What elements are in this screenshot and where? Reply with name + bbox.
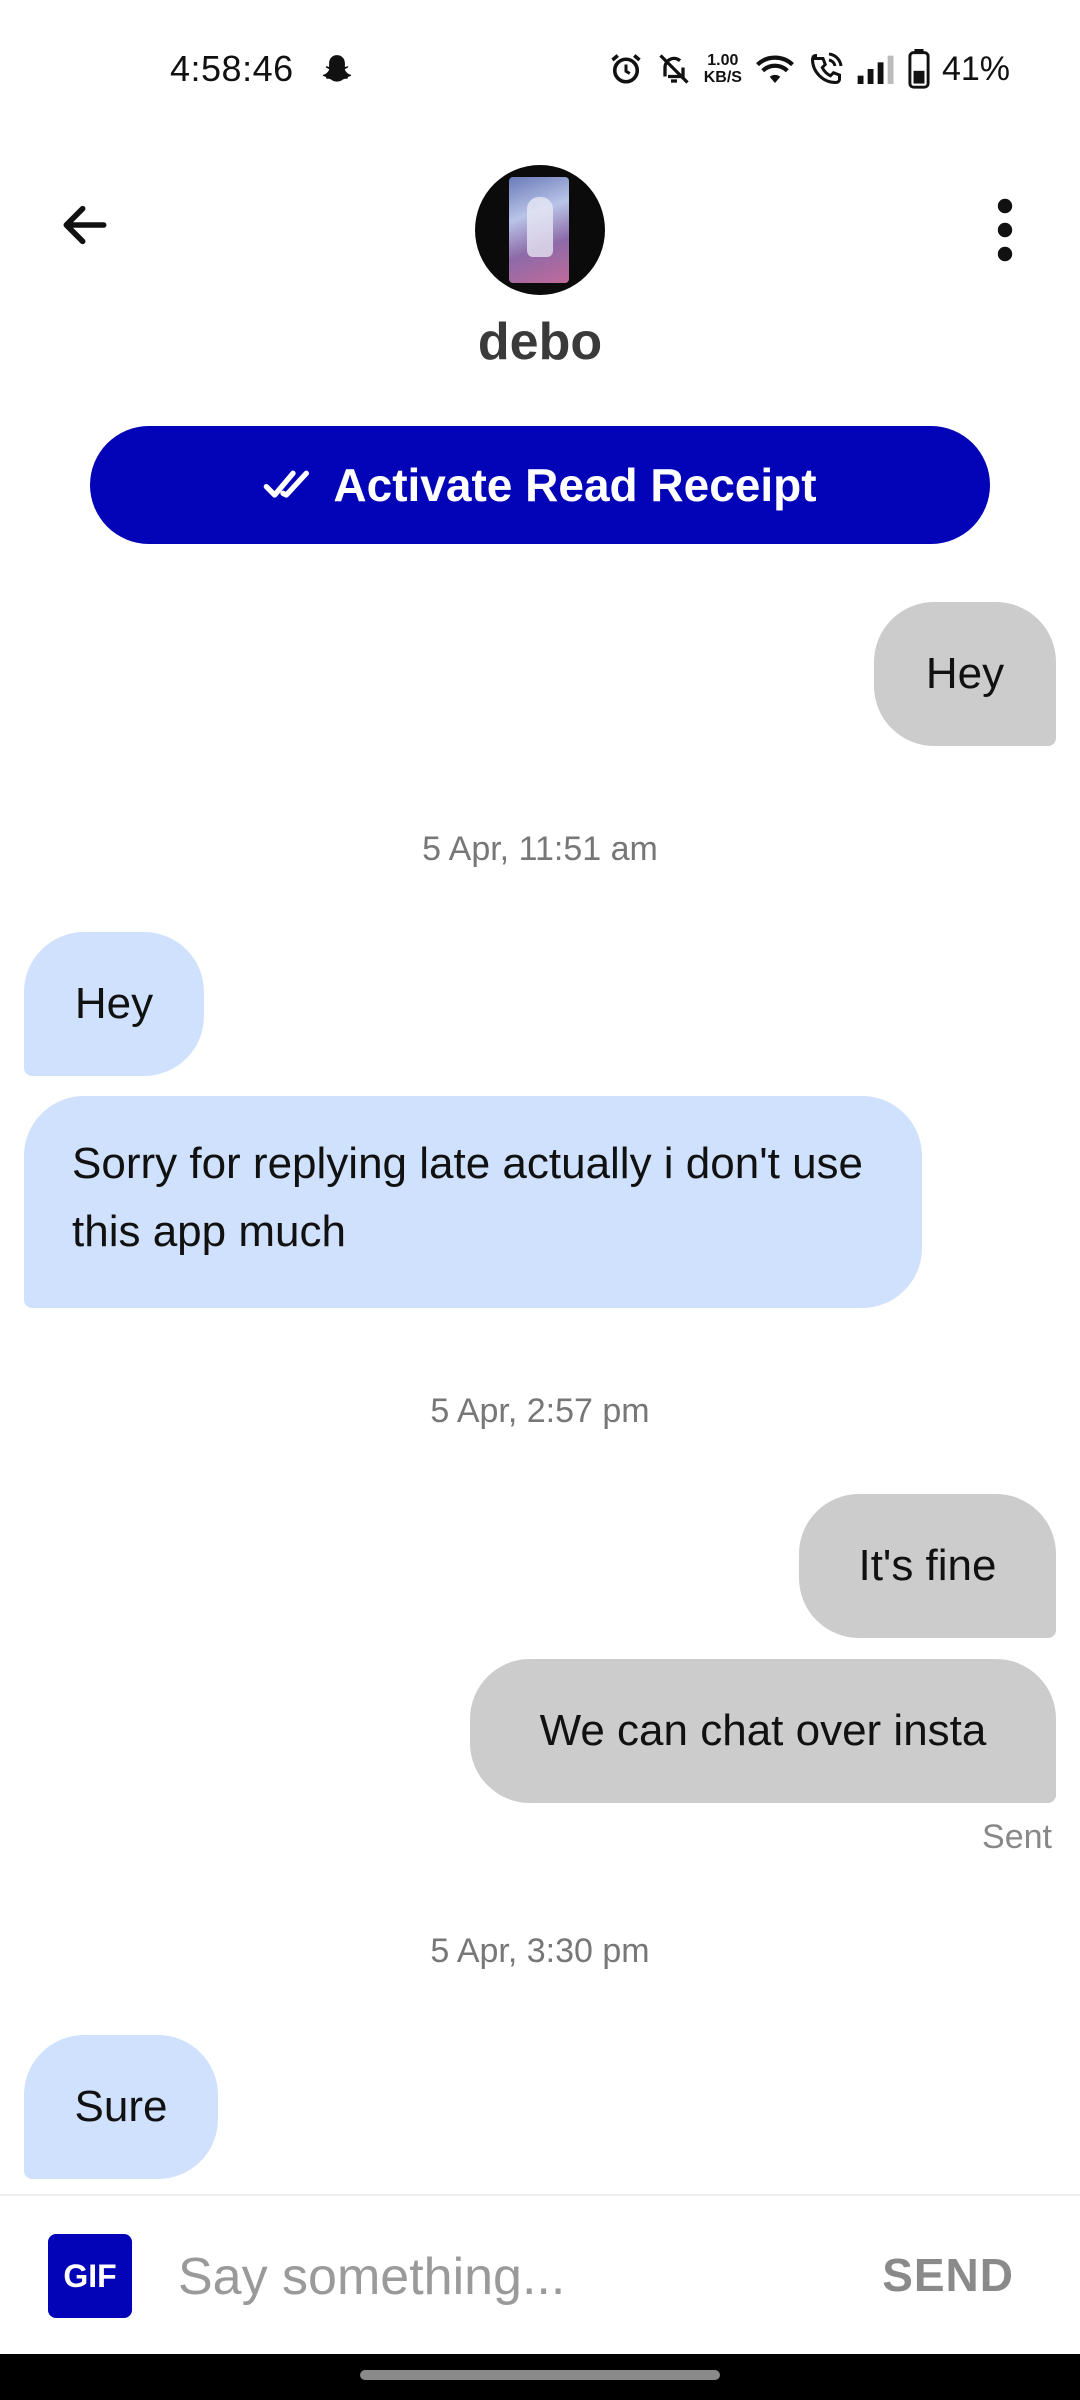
back-button[interactable] xyxy=(50,190,120,260)
message-text: Hey xyxy=(925,649,1005,698)
message-bubble-outgoing[interactable]: We can chat over insta xyxy=(470,1659,1056,1803)
status-bar: 4:58:46 1.00 KB/S 41% xyxy=(0,0,1080,140)
more-vertical-icon xyxy=(997,198,1013,262)
message-timestamp: 5 Apr, 2:57 pm xyxy=(430,1392,650,1430)
send-button[interactable]: SEND xyxy=(882,2248,1014,2302)
network-speed-unit: KB/S xyxy=(703,69,742,86)
network-speed-value: 1.00 xyxy=(707,52,739,69)
status-icons: 1.00 KB/S 41% xyxy=(608,44,1010,94)
gif-button[interactable]: GIF xyxy=(48,2234,132,2318)
message-bubble-outgoing[interactable]: It's fine xyxy=(799,1494,1056,1638)
avatar-photo xyxy=(509,177,569,283)
message-text: Sure xyxy=(74,2082,168,2131)
home-gesture-handle[interactable] xyxy=(360,2370,720,2380)
arrow-left-icon xyxy=(63,205,107,245)
double-check-icon xyxy=(264,470,310,498)
message-bubble-incoming[interactable]: Sure xyxy=(24,2035,218,2179)
more-options-button[interactable] xyxy=(970,190,1040,270)
message-timestamp: 5 Apr, 3:30 pm xyxy=(430,1932,650,1970)
message-text: Sorry for replying late actually i don't… xyxy=(72,1139,864,1256)
wifi-call-icon xyxy=(810,52,843,85)
message-text: Hey xyxy=(74,979,154,1028)
message-text: We can chat over insta xyxy=(539,1706,987,1755)
status-time: 4:58:46 xyxy=(170,48,294,89)
message-text: It's fine xyxy=(858,1541,997,1590)
message-status-sent: Sent xyxy=(982,1818,1052,1856)
snapchat-ghost-icon xyxy=(322,55,352,82)
message-composer: GIF SEND xyxy=(0,2194,1080,2356)
signal-icon xyxy=(857,55,894,84)
battery-percent: 41% xyxy=(941,49,1010,88)
message-input[interactable] xyxy=(178,2232,818,2322)
wifi-icon xyxy=(755,55,794,83)
message-timestamp: 5 Apr, 11:51 am xyxy=(422,830,658,868)
battery-icon xyxy=(908,49,930,89)
alarm-icon xyxy=(611,54,641,84)
read-receipt-label: Activate Read Receipt xyxy=(333,459,817,511)
contact-name[interactable]: debo xyxy=(0,312,1080,372)
activate-read-receipt-button[interactable]: Activate Read Receipt xyxy=(90,426,990,544)
network-speed: 1.00 KB/S xyxy=(704,52,742,86)
message-bubble-incoming[interactable]: Hey xyxy=(24,932,204,1076)
message-bubble-incoming[interactable]: Sorry for replying late actually i don't… xyxy=(24,1096,922,1308)
contact-avatar[interactable] xyxy=(475,165,605,295)
message-bubble-outgoing[interactable]: Hey xyxy=(874,602,1056,746)
bell-muted-icon xyxy=(659,54,689,84)
navigation-bar xyxy=(0,2354,1080,2400)
